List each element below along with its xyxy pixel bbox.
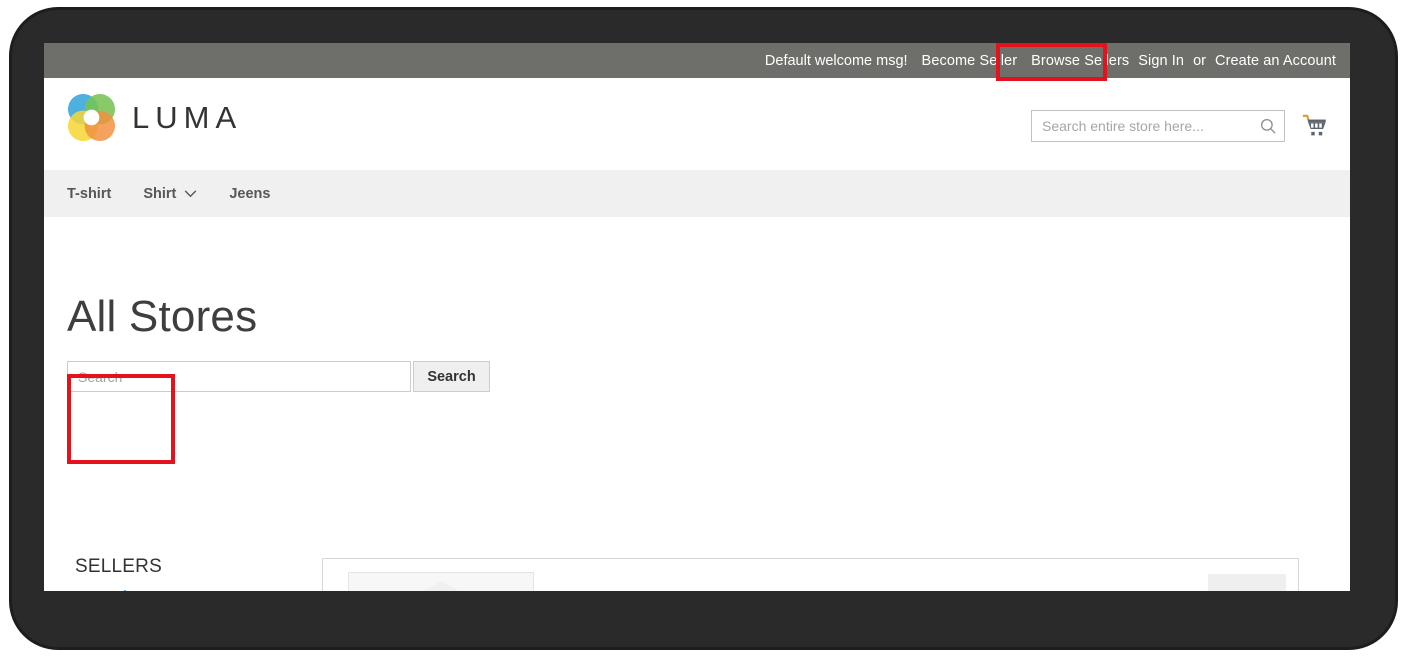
- search-icon[interactable]: [1259, 117, 1277, 135]
- device-frame: Default welcome msg! Become Seller Brows…: [12, 10, 1395, 647]
- page-title: All Stores: [67, 292, 258, 342]
- create-account-link[interactable]: Create an Account: [1215, 53, 1336, 69]
- product-count-badge: 0 Products: [1208, 574, 1286, 591]
- main-navigation: T-shirt Shirt Jeens: [44, 170, 1350, 217]
- nav-item-shirt[interactable]: Shirt: [143, 186, 197, 202]
- header-search-box: [1031, 110, 1285, 142]
- or-separator: or: [1193, 52, 1206, 69]
- main-content: All Stores Search SELLERS General Retail…: [44, 217, 1350, 591]
- sign-in-link[interactable]: Sign In: [1138, 53, 1184, 69]
- browser-viewport: Default welcome msg! Become Seller Brows…: [44, 43, 1350, 591]
- nav-item-label: T-shirt: [67, 185, 112, 202]
- logo-wordmark: LUMA: [132, 99, 243, 135]
- welcome-message: Default welcome msg!: [764, 52, 908, 69]
- browse-sellers-link[interactable]: Browse Sellers: [1031, 53, 1129, 69]
- nav-item-jeens[interactable]: Jeens: [229, 186, 270, 202]
- store-name-link[interactable]: Dollar Savings Store: [558, 590, 751, 591]
- store-search-button[interactable]: Search: [413, 361, 490, 392]
- chevron-down-icon: [184, 186, 197, 202]
- sellers-heading: SELLERS: [75, 556, 162, 577]
- luma-logo-icon: [67, 93, 116, 142]
- nav-item-label: Jeens: [229, 185, 271, 202]
- nav-item-t-shirt[interactable]: T-shirt: [67, 186, 111, 202]
- header-search-area: [1031, 110, 1329, 142]
- store-thumbnail: [348, 572, 534, 591]
- store-list-item[interactable]: Dollar Savings Store noida, noida, IN, C…: [323, 559, 1298, 591]
- store-search-input[interactable]: [67, 361, 411, 392]
- header-search-input[interactable]: [1032, 111, 1284, 141]
- become-seller-link[interactable]: Become Seller: [922, 53, 1018, 69]
- nav-item-label: Shirt: [143, 185, 177, 202]
- site-logo[interactable]: LUMA: [67, 93, 242, 142]
- sellers-sidebar: SELLERS General Retailer: [75, 557, 169, 591]
- store-info: Dollar Savings Store noida, noida, IN, C…: [558, 572, 1298, 591]
- shopping-cart-icon[interactable]: [1302, 113, 1329, 140]
- magento-placeholder-icon: [365, 580, 517, 591]
- store-search-form: Search: [67, 361, 490, 392]
- site-header: LUMA: [44, 78, 1350, 170]
- store-list: Dollar Savings Store noida, noida, IN, C…: [322, 558, 1299, 591]
- seller-filter-general-retailer[interactable]: General Retailer: [75, 588, 141, 591]
- top-utility-bar: Default welcome msg! Become Seller Brows…: [44, 43, 1350, 78]
